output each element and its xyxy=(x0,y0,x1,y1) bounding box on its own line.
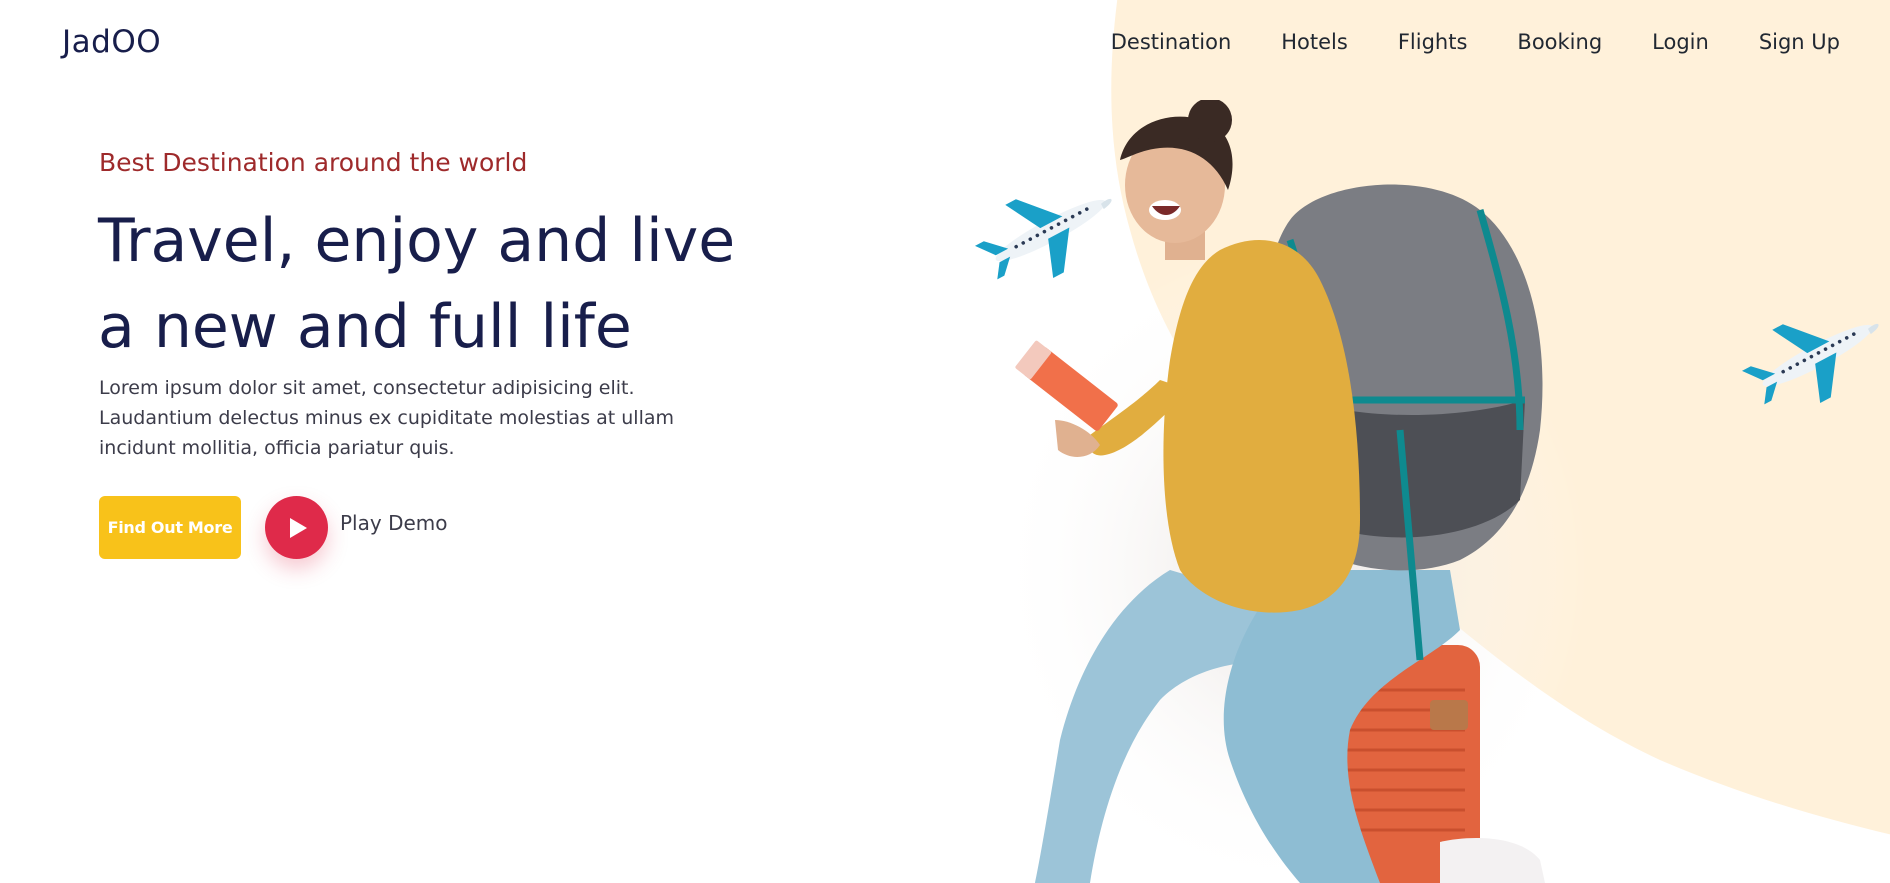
hero-description-line-3: incidunt mollitia, officia pariatur quis… xyxy=(99,437,455,459)
traveler-illustration xyxy=(990,100,1590,883)
nav-login[interactable]: Login xyxy=(1652,30,1709,54)
airplane-icon xyxy=(1741,323,1879,405)
hero-headline-line-2: a new and full life xyxy=(98,292,632,362)
play-button[interactable] xyxy=(265,496,328,559)
hero-description-line-1: Lorem ipsum dolor sit amet, consectetur … xyxy=(99,377,635,399)
hero-headline: Travel, enjoy and live a new and full li… xyxy=(98,198,798,370)
hero-headline-line-1: Travel, enjoy and live xyxy=(98,206,736,276)
nav-booking[interactable]: Booking xyxy=(1517,30,1602,54)
nav-signup[interactable]: Sign Up xyxy=(1759,30,1840,54)
play-demo-label: Play Demo xyxy=(340,511,448,535)
find-out-more-button[interactable]: Find Out More xyxy=(99,496,241,559)
landing-page: JadOO Destination Hotels Flights Booking… xyxy=(0,0,1890,883)
hero-eyebrow: Best Destination around the world xyxy=(99,148,528,177)
play-demo[interactable]: Play Demo xyxy=(265,496,448,559)
nav-destination[interactable]: Destination xyxy=(1111,30,1232,54)
logo[interactable]: JadOO xyxy=(62,24,161,60)
main-nav: Destination Hotels Flights Booking Login… xyxy=(1111,30,1840,54)
hero-description-line-2: Laudantium delectus minus ex cupiditate … xyxy=(99,407,675,429)
hero-description: Lorem ipsum dolor sit amet, consectetur … xyxy=(99,373,739,463)
play-icon xyxy=(289,517,307,538)
nav-flights[interactable]: Flights xyxy=(1398,30,1468,54)
nav-hotels[interactable]: Hotels xyxy=(1281,30,1348,54)
